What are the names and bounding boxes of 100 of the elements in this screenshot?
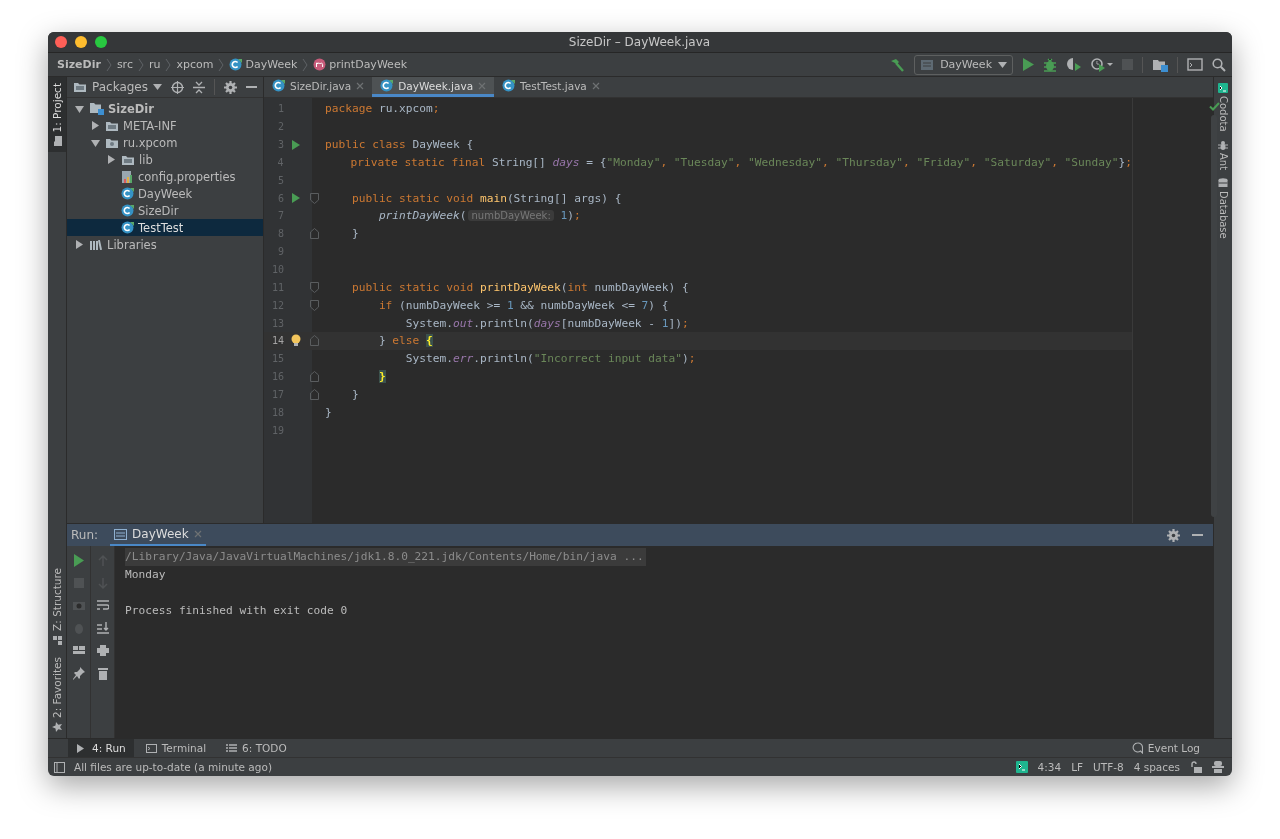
caret-icon — [998, 61, 1007, 68]
tree-item[interactable]: Libraries — [67, 236, 263, 253]
fold-marker-icon[interactable] — [309, 299, 319, 311]
line-number: 14 — [270, 335, 284, 347]
tool-window-tab[interactable]: Ant — [1217, 139, 1229, 170]
status-item[interactable]: LF — [1071, 761, 1084, 773]
tree-item[interactable]: DayWeek — [67, 185, 263, 202]
code-line: public class DayWeek { — [324, 138, 474, 152]
project-structure-icon[interactable] — [1152, 57, 1168, 72]
folder-icon — [121, 153, 135, 166]
editor-tab[interactable]: SizeDir.java — [264, 77, 373, 97]
code-line: printDayWeek( numbDayWeek: 1); — [377, 209, 581, 223]
codota-icon — [1218, 83, 1228, 93]
trash-icon[interactable] — [96, 666, 109, 680]
fold-marker-icon[interactable] — [309, 371, 319, 383]
panel-toggle-icon[interactable] — [54, 761, 65, 773]
tool-window-tab[interactable]: Z: Structure — [48, 562, 66, 651]
terminal-icon — [145, 742, 157, 754]
status-item[interactable]: 4:34 — [1037, 761, 1062, 773]
tree-item[interactable]: SizeDir — [67, 100, 263, 117]
scrollbar[interactable] — [1211, 115, 1217, 517]
scroll-to-end-icon[interactable] — [96, 621, 109, 635]
fold-marker-icon[interactable] — [309, 281, 319, 293]
code-line: } — [350, 387, 359, 401]
tree-item[interactable]: META-INF — [67, 117, 263, 134]
code-line: System.out.println(days[numbDayWeek - 1]); — [404, 316, 689, 330]
breadcrumb[interactable]: src — [116, 58, 133, 71]
settings-icon[interactable] — [1167, 528, 1180, 542]
rerun-icon[interactable] — [72, 554, 85, 567]
tree-item[interactable]: SizeDir — [67, 202, 263, 219]
breadcrumb[interactable]: ru — [148, 58, 161, 71]
fold-marker-icon[interactable] — [309, 192, 319, 204]
chevron-icon — [165, 57, 172, 72]
profiler-icon[interactable] — [1091, 57, 1113, 72]
library-icon — [89, 238, 103, 251]
minimize-window-button[interactable] — [75, 36, 87, 48]
tool-window-tab[interactable]: 2: Favorites — [48, 651, 66, 738]
lock-icon[interactable] — [1190, 761, 1202, 773]
favorites-icon — [52, 722, 62, 732]
breadcrumb[interactable]: printDayWeek — [313, 58, 408, 71]
close-window-button[interactable] — [55, 36, 67, 48]
tool-window-tab[interactable]: Database — [1217, 177, 1229, 239]
breadcrumb[interactable]: xpcom — [176, 58, 214, 71]
tree-item[interactable]: config.properties — [67, 168, 263, 185]
status-item[interactable]: 4 spaces — [1133, 761, 1180, 773]
tool-window-tab[interactable]: 1: Project — [48, 77, 66, 153]
codota-icon[interactable] — [1015, 761, 1028, 773]
code-line: } — [350, 227, 359, 241]
tree-item[interactable]: TestTest — [67, 219, 263, 236]
list-icon — [226, 742, 238, 754]
console-line: Monday — [125, 567, 167, 583]
folder-icon — [105, 119, 119, 132]
class-icon — [121, 221, 134, 234]
soft-wrap-icon[interactable] — [96, 599, 109, 612]
hammer-icon[interactable] — [889, 57, 906, 72]
class-icon — [229, 58, 243, 71]
run-icon — [76, 742, 87, 754]
zoom-window-button[interactable] — [95, 36, 107, 48]
speech-bubble-icon — [1131, 742, 1143, 754]
close-icon[interactable] — [356, 81, 365, 90]
light-bulb-icon[interactable] — [291, 334, 301, 348]
expand-arrow-icon[interactable] — [75, 240, 83, 249]
tool-window-tab[interactable]: Terminal — [137, 739, 215, 757]
locate-icon[interactable] — [171, 80, 184, 94]
run-icon[interactable] — [1022, 58, 1034, 71]
chevron-icon — [137, 57, 144, 72]
code-line: if (numbDayWeek >= 1 && numbDayWeek <= 7) { — [377, 298, 669, 312]
print-icon[interactable] — [96, 644, 109, 657]
run-configuration-dropdown[interactable]: DayWeek — [914, 54, 1013, 75]
run-icon[interactable] — [292, 139, 300, 150]
tool-window-tab[interactable]: 6: TODO — [218, 739, 295, 757]
breadcrumb[interactable]: DayWeek — [229, 58, 298, 71]
editor-tab[interactable]: DayWeek.java — [372, 77, 495, 97]
editor-tab[interactable]: TestTest.java — [494, 77, 608, 97]
coverage-icon[interactable] — [1066, 57, 1082, 72]
structure-icon — [52, 635, 62, 645]
pin-icon[interactable] — [72, 666, 85, 680]
breadcrumb[interactable]: SizeDir — [57, 58, 101, 71]
event-log-button[interactable]: Event Log — [1123, 739, 1208, 757]
tool-window-tab[interactable]: Codota — [1217, 83, 1229, 132]
terminal-window-icon[interactable] — [1187, 58, 1203, 71]
layout-icon[interactable] — [72, 644, 85, 657]
debug-icon[interactable] — [1043, 57, 1057, 72]
search-icon[interactable] — [1212, 57, 1226, 72]
close-icon[interactable] — [591, 81, 600, 90]
settings-icon[interactable] — [224, 80, 237, 94]
view-selector[interactable]: Packages — [73, 80, 162, 94]
status-item[interactable]: UTF-8 — [1093, 761, 1124, 773]
code-line: public static void main(String[] args) { — [350, 191, 622, 205]
chevron-icon — [218, 57, 225, 72]
collapse-all-icon[interactable] — [193, 80, 205, 94]
tree-item[interactable]: ru.xpcom — [67, 134, 263, 151]
status-message: All files are up-to-date (a minute ago) — [74, 761, 272, 773]
fold-marker-icon[interactable] — [309, 335, 319, 347]
class-icon — [121, 187, 134, 200]
tree-item[interactable]: lib — [67, 151, 263, 168]
tool-window-tab[interactable]: 4: Run — [68, 739, 134, 757]
fold-marker-icon[interactable] — [309, 388, 319, 400]
fold-marker-icon[interactable] — [309, 228, 319, 240]
run-icon[interactable] — [292, 193, 300, 204]
